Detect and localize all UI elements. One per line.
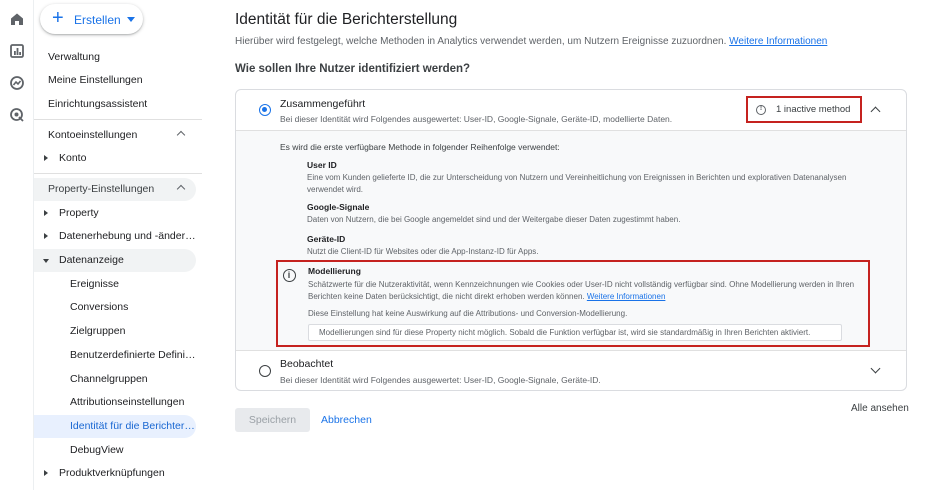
expand-arrow-icon: [44, 470, 48, 476]
collapse-arrow-icon: [43, 259, 49, 263]
chevron-up-icon[interactable]: [870, 106, 881, 117]
nav-item-label: Konto: [59, 152, 87, 164]
inactive-method-text: 1 inactive method: [776, 104, 851, 115]
methods-intro: Es wird die erste verfügbare Methode in …: [280, 142, 560, 152]
method-device-id-desc: Nutzt die Client-ID für Websites oder di…: [307, 247, 539, 256]
modeling-title: Modellierung: [308, 266, 361, 276]
see-all-link[interactable]: Alle ansehen: [851, 403, 909, 414]
method-user-id-desc: Eine vom Kunden gelieferte ID, die zur U…: [307, 173, 847, 194]
modeling-section: Modellierung Schätzwerte für die Nutzera…: [276, 260, 870, 347]
nav-item-property[interactable]: Property: [34, 202, 196, 225]
nav-item-datenanzeige[interactable]: Datenanzeige: [34, 249, 196, 272]
method-user-id-title: User ID: [307, 160, 337, 170]
page-subtitle-text: Hierüber wird festgelegt, welche Methode…: [235, 36, 727, 47]
info-icon: [283, 269, 296, 282]
nav-item-label: Property: [59, 207, 99, 219]
chevron-down-icon[interactable]: [870, 363, 881, 374]
learn-more-link[interactable]: Weitere Informationen: [729, 36, 827, 47]
nav-item-einrichtungsassistent[interactable]: Einrichtungsassistent: [34, 93, 196, 116]
expand-arrow-icon: [44, 233, 48, 239]
nav-item-label: Produktverknüpfungen: [59, 467, 165, 479]
option-blended-title: Zusammengeführt: [280, 98, 366, 110]
option-blended-desc: Bei dieser Identität wird Folgendes ausg…: [280, 114, 673, 124]
reports-icon[interactable]: [9, 43, 25, 59]
radio-blended[interactable]: [259, 104, 271, 116]
nav-item-datenerhebung[interactable]: Datenerhebung und -änderu...: [34, 225, 196, 248]
option-observed-title: Beobachtet: [280, 358, 334, 370]
nav-item-konto[interactable]: Konto: [34, 147, 196, 170]
chevron-up-icon: [176, 184, 186, 194]
method-google-signals-title: Google-Signale: [307, 202, 370, 212]
caret-down-icon: [127, 17, 135, 22]
page-subtitle: Hierüber wird festgelegt, welche Methode…: [235, 36, 827, 47]
nav-item-label: Datenanzeige: [59, 254, 124, 266]
advertising-icon[interactable]: [9, 107, 25, 123]
option-blended-details: Es wird die erste verfügbare Methode in …: [236, 131, 906, 351]
icon-rail: [0, 0, 34, 490]
nav-item-benutzerdefinierte-definitionen[interactable]: Benutzerdefinierte Definiti...: [34, 344, 196, 367]
nav-item-zielgruppen[interactable]: Zielgruppen: [34, 320, 196, 343]
radio-observed[interactable]: [259, 365, 271, 377]
nav-section-label: Kontoeinstellungen: [48, 129, 138, 141]
nav-item-meine-einstellungen[interactable]: Meine Einstellungen: [34, 69, 196, 92]
save-button[interactable]: Speichern: [235, 408, 310, 432]
nav-item-label: Datenerhebung und -änderu...: [59, 230, 196, 242]
nav-divider: [34, 119, 202, 120]
option-observed-row[interactable]: Beobachtet Bei dieser Identität wird Fol…: [236, 352, 906, 390]
main-content: Identität für die Berichterstellung Hier…: [235, 0, 909, 490]
option-blended-row[interactable]: Zusammengeführt Bei dieser Identität wir…: [236, 90, 906, 131]
plus-icon: +: [52, 7, 64, 29]
explore-icon[interactable]: [9, 75, 25, 91]
modeling-desc: Schätzwerte für die Nutzeraktivität, wen…: [308, 279, 863, 302]
expand-arrow-icon: [44, 210, 48, 216]
method-device-id-title: Geräte-ID: [307, 234, 346, 244]
cancel-button[interactable]: Abbrechen: [321, 408, 372, 432]
inactive-method-indicator: 1 inactive method: [746, 96, 862, 123]
nav-item-channelgruppen[interactable]: Channelgruppen: [34, 368, 196, 391]
create-button-label: Erstellen: [74, 13, 121, 27]
nav-item-verwaltung[interactable]: Verwaltung: [34, 46, 196, 69]
modeling-note: Diese Einstellung hat keine Auswirkung a…: [308, 309, 628, 318]
option-observed-desc: Bei dieser Identität wird Folgendes ausg…: [280, 375, 601, 385]
modeling-unavailable-notice: Modellierungen sind für diese Property n…: [308, 324, 842, 341]
nav-section-kontoeinstellungen[interactable]: Kontoeinstellungen: [34, 124, 196, 147]
nav-item-debugview[interactable]: DebugView: [34, 439, 196, 462]
warning-icon: [756, 104, 766, 115]
page-title: Identität für die Berichterstellung: [235, 11, 458, 28]
modeling-desc-text: Schätzwerte für die Nutzeraktivität, wen…: [308, 280, 855, 301]
create-button[interactable]: + Erstellen: [40, 4, 143, 34]
nav-item-conversions[interactable]: Conversions: [34, 296, 196, 319]
identity-options-card: Zusammengeführt Bei dieser Identität wir…: [235, 89, 907, 391]
nav-section-label: Property-Einstellungen: [48, 183, 155, 195]
chevron-up-icon: [176, 130, 186, 140]
side-navigation: + Erstellen Verwaltung Meine Einstellung…: [34, 0, 202, 490]
expand-arrow-icon: [44, 155, 48, 161]
nav-item-attributionseinstellungen[interactable]: Attributionseinstellungen: [34, 391, 196, 414]
nav-divider: [34, 173, 202, 174]
nav-section-property-einstellungen[interactable]: Property-Einstellungen: [34, 178, 196, 201]
section-question: Wie sollen Ihre Nutzer identifiziert wer…: [235, 63, 471, 75]
nav-item-identitaet[interactable]: Identität für die Berichters...: [34, 415, 196, 438]
home-icon[interactable]: [9, 11, 25, 27]
nav-item-produktverknuepfungen[interactable]: Produktverknüpfungen: [34, 462, 196, 485]
method-google-signals-desc: Daten von Nutzern, die bei Google angeme…: [307, 215, 681, 224]
nav-item-ereignisse[interactable]: Ereignisse: [34, 273, 196, 296]
modeling-learn-more-link[interactable]: Weitere Informationen: [587, 292, 666, 301]
